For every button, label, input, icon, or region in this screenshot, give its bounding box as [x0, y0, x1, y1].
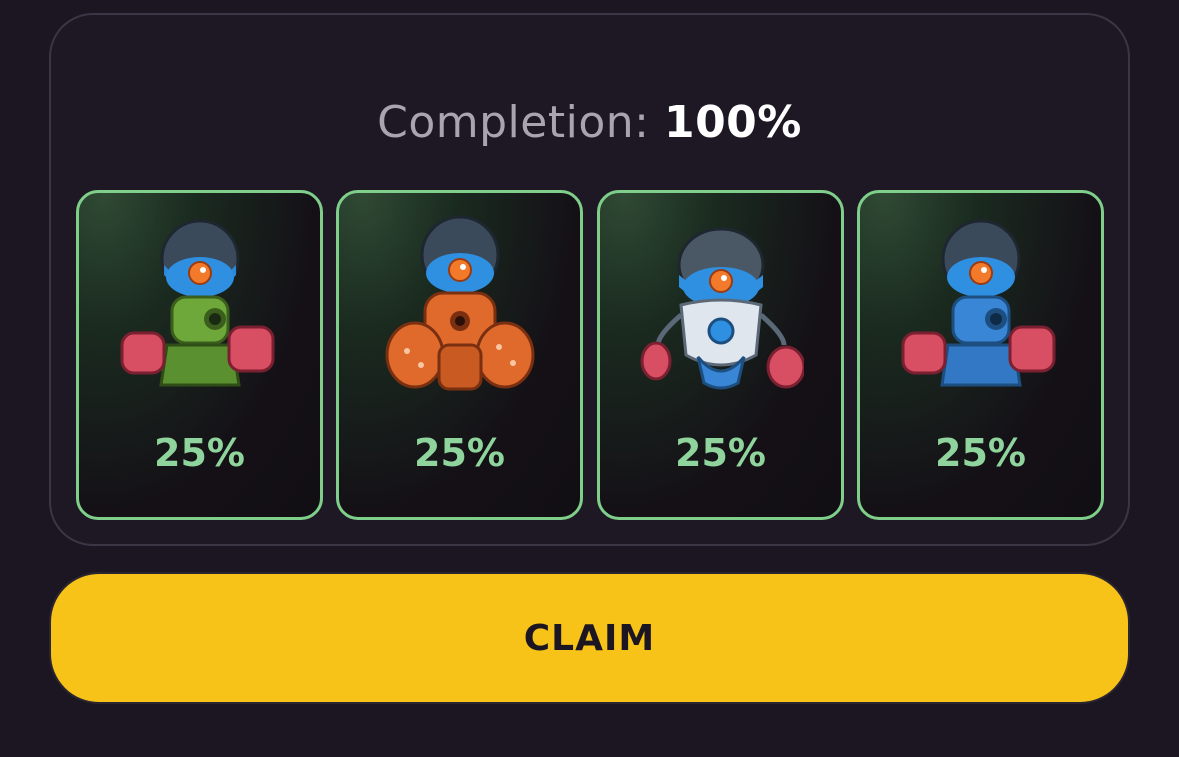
robot-blue-icon — [901, 219, 1056, 387]
card-percent: 25% — [675, 431, 766, 475]
robot-card-white[interactable]: 25% — [597, 190, 844, 520]
claim-button[interactable]: CLAIM — [49, 572, 1130, 704]
completion-label: Completion: — [377, 97, 650, 148]
card-percent: 25% — [414, 431, 505, 475]
robot-card-green[interactable]: 25% — [76, 190, 323, 520]
card-percent: 25% — [935, 431, 1026, 475]
robot-white-blue-icon — [640, 227, 804, 390]
robot-cards: 25% 25% 25% 25% — [76, 190, 1106, 520]
completion-panel: Completion: 100% 25% 25% 25% 25% — [49, 13, 1130, 546]
card-percent: 25% — [154, 431, 245, 475]
robot-card-blue[interactable]: 25% — [857, 190, 1104, 520]
robot-green-icon — [120, 219, 275, 387]
robot-card-orange[interactable]: 25% — [336, 190, 583, 520]
robot-orange-icon — [385, 215, 535, 391]
completion-heading: Completion: 100% — [51, 97, 1128, 148]
completion-value: 100% — [663, 97, 802, 148]
